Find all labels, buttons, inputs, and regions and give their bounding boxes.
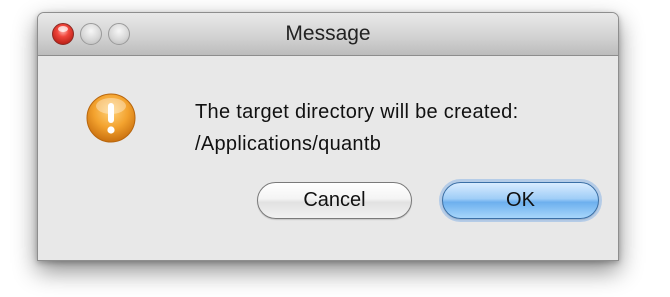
warning-icon <box>86 93 136 143</box>
message-line-2: /Applications/quantb <box>195 133 382 155</box>
dialog-message: The target directory will be created: /A… <box>195 96 518 160</box>
message-dialog: Message The target directory will be cre… <box>37 12 619 261</box>
screen: Message The target directory will be cre… <box>0 0 670 297</box>
cancel-button[interactable]: Cancel <box>257 182 412 219</box>
title-bar[interactable]: Message <box>38 13 618 56</box>
window-title: Message <box>285 22 371 45</box>
dialog-content: The target directory will be created: /A… <box>38 56 618 260</box>
ok-button[interactable]: OK <box>442 182 599 219</box>
message-line-1: The target directory will be created: <box>195 101 519 123</box>
